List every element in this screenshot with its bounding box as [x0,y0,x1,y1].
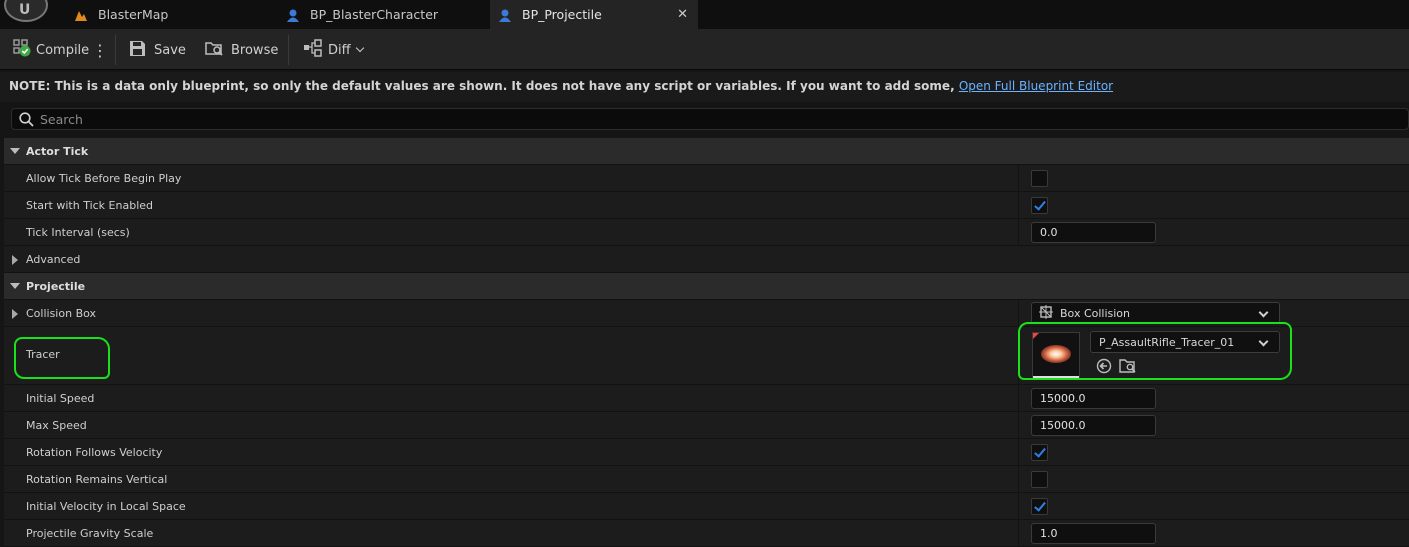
unreal-logo-icon[interactable]: U [4,0,48,22]
box-collision-icon [1038,304,1054,323]
search-icon [19,112,34,130]
chevron-down-icon [355,43,364,53]
search-input[interactable] [40,110,1340,128]
column-divider[interactable] [1018,412,1019,438]
collision-box-value: Box Collision [1060,306,1131,320]
tab-blastermap[interactable]: BlasterMap [60,0,280,29]
property-label: Initial Velocity in Local Space [26,500,186,513]
tick-interval-field[interactable]: 0.0 [1031,222,1156,243]
toolbar-separator [288,35,289,65]
property-label: Max Speed [26,419,87,432]
property-row-start-with-tick-enabled: Start with Tick Enabled [4,192,1409,219]
annotation-highlight-tracer-label [14,337,110,379]
compile-button[interactable]: Compile [12,39,89,61]
diff-button[interactable]: Diff [303,39,364,61]
property-label: Initial Speed [26,392,95,405]
expand-arrow-icon[interactable] [12,309,18,319]
close-icon[interactable]: ✕ [677,7,688,22]
initial-speed-field[interactable]: 15000.0 [1031,388,1156,409]
property-row-advanced[interactable]: Advanced [4,246,1409,273]
category-projectile[interactable]: Projectile [4,273,1409,300]
tab-label: BlasterMap [98,7,169,22]
character-blueprint-icon [498,8,512,22]
compile-options-icon[interactable]: ⋮ [92,39,108,61]
property-label: Advanced [26,253,81,266]
save-icon [129,40,146,61]
tab-bp-projectile[interactable]: BP_Projectile ✕ [490,0,698,29]
property-label: Rotation Follows Velocity [26,446,163,459]
property-label: Collision Box [26,307,97,320]
category-label: Projectile [26,280,86,293]
category-label: Actor Tick [26,145,89,158]
chevron-down-icon [1258,307,1269,318]
rotation-follows-velocity-checkbox[interactable] [1031,444,1048,461]
property-row-tick-interval: Tick Interval (secs) 0.0 [4,219,1409,246]
tab-label: BP_Projectile [522,7,602,22]
compile-status-icon [12,38,32,62]
column-divider[interactable] [1018,219,1019,245]
browse-label: Browse [231,42,279,58]
annotation-highlight-tracer-value [1018,322,1292,380]
column-divider[interactable] [1018,165,1019,191]
allow-tick-before-begin-play-checkbox[interactable] [1031,170,1048,187]
column-divider[interactable] [1018,439,1019,465]
property-row-allow-tick-before-begin-play: Allow Tick Before Begin Play [4,165,1409,192]
category-actor-tick[interactable]: Actor Tick [4,138,1409,165]
open-full-blueprint-editor-link[interactable]: Open Full Blueprint Editor [959,79,1113,93]
column-divider[interactable] [1018,466,1019,492]
property-row-rotation-follows-velocity: Rotation Follows Velocity [4,439,1409,466]
browse-icon [205,40,224,61]
data-only-notice: NOTE: This is a data only blueprint, so … [9,79,1113,93]
column-divider[interactable] [1018,385,1019,411]
property-label: Allow Tick Before Begin Play [26,172,182,185]
collapse-arrow-icon[interactable] [10,148,20,154]
column-divider[interactable] [1018,192,1019,218]
property-label: Projectile Gravity Scale [26,527,154,540]
character-blueprint-icon [286,8,300,22]
start-with-tick-enabled-checkbox[interactable] [1031,197,1048,214]
property-label: Rotation Remains Vertical [26,473,168,486]
column-divider[interactable] [1018,493,1019,519]
save-label: Save [154,42,186,58]
column-divider[interactable] [1018,300,1019,326]
property-row-initial-speed: Initial Speed 15000.0 [4,385,1409,412]
details-search-box [11,108,1409,130]
diff-label: Diff [328,42,351,58]
max-speed-field[interactable]: 15000.0 [1031,415,1156,436]
property-row-projectile-gravity-scale: Projectile Gravity Scale 1.0 [4,520,1409,547]
toolbar: Compile ⋮ Save Browse Diff [0,29,1409,70]
property-row-rotation-remains-vertical: Rotation Remains Vertical [4,466,1409,493]
document-tab-bar: U BlasterMap BP_BlasterCharacter BP_Proj… [0,0,1409,29]
browse-button[interactable]: Browse [205,39,278,61]
compile-label: Compile [36,42,90,58]
data-only-notice-bar: NOTE: This is a data only blueprint, so … [0,72,1409,102]
property-row-initial-velocity-in-local-space: Initial Velocity in Local Space [4,493,1409,520]
map-icon [74,8,88,22]
diff-icon [303,39,323,61]
collapse-arrow-icon[interactable] [10,283,20,289]
rotation-remains-vertical-checkbox[interactable] [1031,471,1048,488]
collision-box-component-dropdown[interactable]: Box Collision [1031,302,1280,324]
column-divider[interactable] [1018,520,1019,546]
tab-label: BP_BlasterCharacter [310,7,439,22]
tab-bp-blastercharacter[interactable]: BP_BlasterCharacter [280,0,490,29]
expand-arrow-icon[interactable] [12,255,18,265]
toolbar-separator [115,35,116,65]
property-label: Tick Interval (secs) [26,226,130,239]
projectile-gravity-scale-field[interactable]: 1.0 [1031,523,1156,544]
property-row-max-speed: Max Speed 15000.0 [4,412,1409,439]
property-label: Start with Tick Enabled [26,199,154,212]
notice-text: NOTE: This is a data only blueprint, so … [9,79,955,93]
save-button[interactable]: Save [129,39,186,61]
initial-velocity-in-local-space-checkbox[interactable] [1031,498,1048,515]
